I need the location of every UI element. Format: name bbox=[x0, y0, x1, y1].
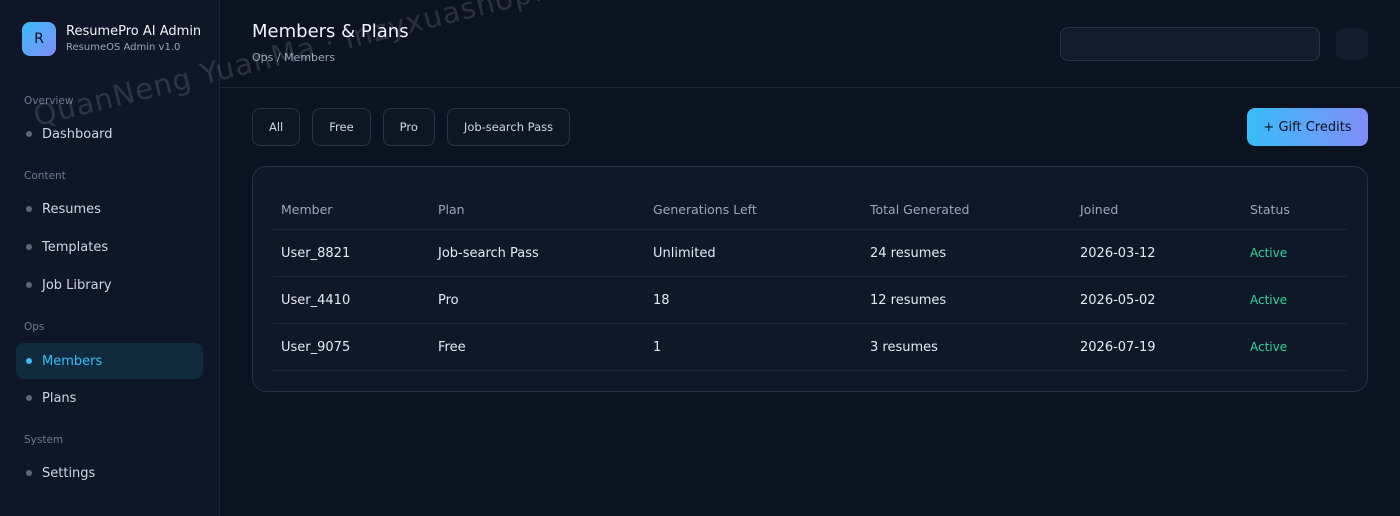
sidebar-item-label: Settings bbox=[42, 465, 96, 481]
brand-text: ResumePro AI Admin ResumeOS Admin v1.0 bbox=[66, 23, 201, 55]
bullet-icon bbox=[26, 206, 32, 212]
brand-subtitle: ResumeOS Admin v1.0 bbox=[66, 42, 181, 53]
table-row[interactable]: User_8821 Job-search Pass Unlimited 24 r… bbox=[273, 230, 1347, 277]
joined-cell: 2026-05-02 bbox=[1080, 292, 1156, 308]
table-row[interactable]: User_9075 Free 1 3 resumes 2026-07-19 Ac… bbox=[273, 324, 1347, 371]
bullet-icon bbox=[26, 244, 32, 250]
table-row[interactable]: User_4410 Pro 18 12 resumes 2026-05-02 A… bbox=[273, 277, 1347, 324]
page-header: Members & Plans Ops / Members bbox=[220, 0, 1400, 88]
sidebar-item-label: Templates bbox=[42, 239, 109, 255]
plan-cell: Pro bbox=[438, 292, 459, 308]
sidebar-item-label: Resumes bbox=[42, 201, 101, 217]
joined-cell: 2026-07-19 bbox=[1080, 339, 1156, 355]
brand-name: ResumePro AI Admin bbox=[66, 24, 202, 39]
bullet-icon bbox=[26, 358, 32, 364]
filter-chip-job-search-pass[interactable]: Job-search Pass bbox=[446, 108, 571, 146]
total-generated-cell: 12 resumes bbox=[870, 292, 947, 308]
generations-left-cell: 1 bbox=[653, 339, 662, 355]
bullet-icon bbox=[26, 282, 32, 288]
bullet-icon bbox=[26, 395, 32, 401]
members-table-card: Member Plan Generations Left Total Gener… bbox=[252, 166, 1368, 392]
sidebar-item-members[interactable]: Members bbox=[16, 343, 203, 379]
bullet-icon bbox=[26, 470, 32, 476]
admin-app: R ResumePro AI Admin ResumeOS Admin v1.0… bbox=[0, 0, 1400, 516]
joined-cell: 2026-03-12 bbox=[1080, 245, 1156, 261]
brand-logo: R bbox=[22, 22, 56, 56]
sidebar-item-label: Plans bbox=[42, 390, 77, 406]
sidebar-item-templates[interactable]: Templates bbox=[16, 229, 203, 265]
table-header-row: Member Plan Generations Left Total Gener… bbox=[273, 187, 1347, 230]
generations-left-cell: 18 bbox=[653, 292, 670, 308]
plan-cell: Free bbox=[438, 339, 466, 355]
sidebar-item-label: Members bbox=[42, 353, 103, 369]
member-cell: User_4410 bbox=[281, 292, 351, 308]
nav-section-content: Content bbox=[24, 170, 66, 182]
bullet-icon bbox=[26, 131, 32, 137]
total-generated-cell: 24 resumes bbox=[870, 245, 947, 261]
column-header-plan[interactable]: Plan bbox=[438, 187, 465, 229]
search-input[interactable] bbox=[1060, 27, 1320, 61]
column-header-member[interactable]: Member bbox=[281, 187, 332, 229]
sidebar-item-settings[interactable]: Settings bbox=[16, 455, 203, 491]
sidebar-item-resumes[interactable]: Resumes bbox=[16, 191, 203, 227]
column-header-joined[interactable]: Joined bbox=[1080, 187, 1118, 229]
column-header-generations-left[interactable]: Generations Left bbox=[653, 187, 757, 229]
sidebar-item-label: Job Library bbox=[42, 277, 112, 293]
page-title: Members & Plans bbox=[252, 21, 409, 42]
filter-chip-all[interactable]: All bbox=[252, 108, 301, 146]
sidebar-item-job-library[interactable]: Job Library bbox=[16, 267, 203, 303]
filter-chip-free[interactable]: Free bbox=[312, 108, 371, 146]
filter-chip-pro[interactable]: Pro bbox=[382, 108, 435, 146]
nav-section-ops: Ops bbox=[24, 321, 45, 333]
sidebar-item-dashboard[interactable]: Dashboard bbox=[16, 116, 203, 152]
member-cell: User_8821 bbox=[281, 245, 351, 261]
gift-credits-button[interactable]: + Gift Credits bbox=[1247, 108, 1368, 146]
sidebar: R ResumePro AI Admin ResumeOS Admin v1.0… bbox=[0, 0, 220, 516]
sidebar-item-plans[interactable]: Plans bbox=[16, 380, 203, 416]
brand: R ResumePro AI Admin ResumeOS Admin v1.0 bbox=[22, 22, 201, 56]
nav-section-overview: Overview bbox=[24, 95, 74, 107]
main-content: Members & Plans Ops / Members All Free P… bbox=[220, 0, 1400, 516]
column-header-total-generated[interactable]: Total Generated bbox=[870, 187, 969, 229]
member-cell: User_9075 bbox=[281, 339, 351, 355]
generations-left-cell: Unlimited bbox=[653, 245, 716, 261]
header-action-button[interactable] bbox=[1336, 28, 1368, 60]
members-table: Member Plan Generations Left Total Gener… bbox=[273, 187, 1347, 371]
plan-filter-group: All Free Pro Job-search Pass bbox=[252, 108, 571, 146]
total-generated-cell: 3 resumes bbox=[870, 339, 938, 355]
column-header-status[interactable]: Status bbox=[1250, 187, 1290, 229]
status-badge: Active bbox=[1250, 246, 1288, 260]
nav-section-system: System bbox=[24, 434, 64, 446]
status-badge: Active bbox=[1250, 340, 1288, 354]
sidebar-item-label: Dashboard bbox=[42, 126, 113, 142]
status-badge: Active bbox=[1250, 293, 1288, 307]
breadcrumb: Ops / Members bbox=[252, 51, 336, 64]
plan-cell: Job-search Pass bbox=[438, 245, 539, 261]
